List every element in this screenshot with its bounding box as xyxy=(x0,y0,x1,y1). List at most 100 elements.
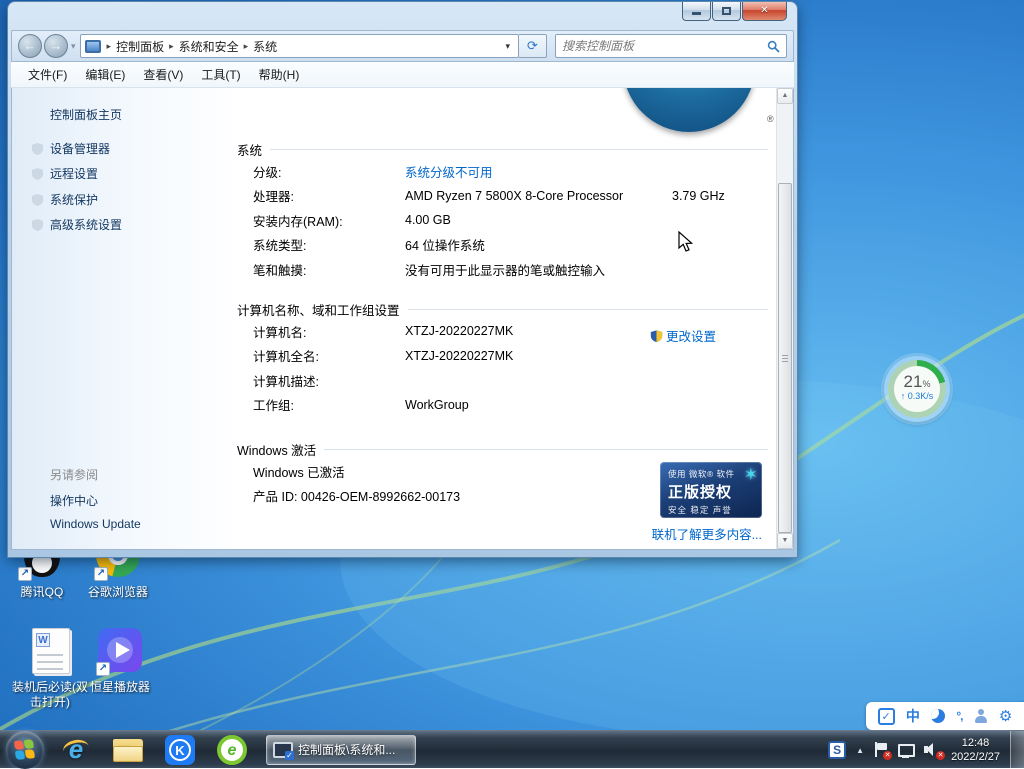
vertical-scrollbar[interactable]: ▲ ▼ xyxy=(776,88,793,549)
close-button[interactable]: ✕ xyxy=(742,2,787,21)
breadcrumb-separator: ▸ xyxy=(105,41,114,52)
volume-muted-icon[interactable]: ✕ xyxy=(924,742,941,758)
explorer-window: ✕ ← → ▾ ▸ 控制面板 ▸ 系统和安全 ▸ 系统 ▾ ⟳ 文件(F) 编辑… xyxy=(8,2,797,557)
menu-view[interactable]: 查看(V) xyxy=(134,63,192,86)
taskbar-kugou-icon[interactable]: K xyxy=(160,731,200,769)
sidebar-item-remote-settings[interactable]: 远程设置 xyxy=(50,165,98,182)
sidebar-item-windows-update[interactable]: Windows Update xyxy=(50,517,141,531)
ime-chinese-mode-icon[interactable]: 中 xyxy=(906,709,920,723)
menu-help[interactable]: 帮助(H) xyxy=(250,63,309,86)
badge-line3: 安全 稳定 声誉 xyxy=(668,504,756,516)
scroll-down-button[interactable]: ▼ xyxy=(777,533,793,549)
row-label: 分级: xyxy=(253,162,405,181)
scroll-up-button[interactable]: ▲ xyxy=(777,88,793,104)
forward-button[interactable]: → xyxy=(44,34,68,58)
recent-pages-chevron-icon[interactable]: ▾ xyxy=(71,41,76,52)
uac-shield-icon xyxy=(32,143,43,155)
show-hidden-icons-button[interactable]: ▲ xyxy=(856,746,864,755)
desktop-icon-player[interactable]: ↗ 恒星播放器 xyxy=(72,628,168,695)
desktop-icon-label: 恒星播放器 xyxy=(72,680,168,695)
uac-shield-icon xyxy=(32,168,43,180)
change-settings-label: 更改设置 xyxy=(666,326,716,345)
search-input[interactable] xyxy=(562,39,767,53)
learn-more-online-link[interactable]: 联机了解更多内容... xyxy=(652,524,762,543)
genuine-software-badge[interactable]: 使用 微软® 软件 正版授权 安全 稳定 声誉 ✶ xyxy=(660,462,762,518)
back-button[interactable]: ← xyxy=(18,34,42,58)
network-status-icon[interactable] xyxy=(898,742,914,758)
rating-unavailable-link[interactable]: 系统分级不可用 xyxy=(405,162,768,181)
taskbar-ie-icon[interactable]: e xyxy=(56,731,96,769)
minimize-button[interactable] xyxy=(682,2,711,21)
windows-orb-logo xyxy=(623,88,755,132)
breadcrumb-system-security[interactable]: 系统和安全 xyxy=(176,38,242,55)
refresh-button[interactable]: ⟳ xyxy=(519,34,547,58)
uac-shield-icon xyxy=(650,329,663,343)
ime-punctuation-icon[interactable]: °, xyxy=(956,710,962,722)
row-label: 处理器: xyxy=(253,186,405,205)
uac-shield-icon xyxy=(32,194,43,206)
row-label: 计算机名: xyxy=(253,322,405,341)
row-value: 4.00 GB xyxy=(405,213,768,227)
ime-user-icon[interactable] xyxy=(974,709,988,723)
sidebar-item-device-manager[interactable]: 设备管理器 xyxy=(50,140,110,157)
row-label: 计算机描述: xyxy=(253,371,405,390)
sidebar-item-advanced-settings[interactable]: 高级系统设置 xyxy=(50,216,122,233)
taskbar: e K e 控制面板\系统和... S ▲ ✕ ✕ 12:48 2022/2/2… xyxy=(0,730,1024,768)
taskbar-active-window-button[interactable]: 控制面板\系统和... xyxy=(266,735,416,765)
section-title: Windows 激活 xyxy=(237,440,316,459)
address-bar[interactable]: ▸ 控制面板 ▸ 系统和安全 ▸ 系统 ▾ xyxy=(80,34,519,58)
row-label: 笔和触摸: xyxy=(253,260,405,279)
error-badge-icon: ✕ xyxy=(883,751,892,760)
sidebar-item-label: Windows Update xyxy=(50,517,141,531)
tray-sogou-icon[interactable]: S xyxy=(828,741,846,759)
menu-file[interactable]: 文件(F) xyxy=(19,63,76,86)
taskbar-explorer-icon[interactable] xyxy=(108,731,148,769)
sidebar-item-system-protection[interactable]: 系统保护 xyxy=(50,191,98,208)
sidebar-item-label: 远程设置 xyxy=(50,165,98,182)
gauge-percent: 21% xyxy=(894,372,940,392)
show-desktop-button[interactable] xyxy=(1010,731,1024,769)
processor-speed: 3.79 GHz xyxy=(672,189,768,203)
taskbar-clock[interactable]: 12:48 2022/2/27 xyxy=(951,736,1000,764)
search-icon[interactable] xyxy=(767,40,780,53)
media-player-icon: ↗ xyxy=(96,628,144,676)
scrollbar-thumb[interactable] xyxy=(778,183,792,533)
breadcrumb-control-panel[interactable]: 控制面板 xyxy=(113,38,167,55)
genuine-star-icon: ✶ xyxy=(744,465,758,485)
computer-icon xyxy=(85,40,101,53)
windows-flag-icon xyxy=(14,739,36,761)
ime-fullwidth-moon-icon[interactable] xyxy=(931,709,945,723)
maximize-button[interactable] xyxy=(712,2,741,21)
sidebar-item-control-panel-home[interactable]: 控制面板主页 xyxy=(50,106,122,123)
change-settings-link[interactable]: 更改设置 xyxy=(650,326,716,345)
action-center-flag-icon[interactable]: ✕ xyxy=(874,742,888,758)
menu-edit[interactable]: 编辑(E) xyxy=(76,63,134,86)
info-row-pen-touch: 笔和触摸: 没有可用于此显示器的笔或触控输入 xyxy=(237,257,768,282)
ime-settings-gear-icon[interactable]: ⚙ xyxy=(999,709,1012,724)
clock-date: 2022/2/27 xyxy=(951,750,1000,764)
row-label: 系统类型: xyxy=(253,235,405,254)
breadcrumb-system[interactable]: 系统 xyxy=(250,38,280,55)
row-value: 没有可用于此显示器的笔或触控输入 xyxy=(405,260,768,279)
info-row-ram: 安装内存(RAM): 4.00 GB xyxy=(237,208,768,233)
ie-ring-icon xyxy=(61,737,90,760)
network-speed-gauge-widget[interactable]: 21% ↑ 0.3K/s xyxy=(884,356,950,422)
search-box[interactable] xyxy=(555,34,787,58)
row-value: AMD Ryzen 7 5800X 8-Core Processor xyxy=(405,189,672,203)
computer-name-section: 计算机名称、域和工作组设置 更改设置 计算机名: XTZJ-20220227MK… xyxy=(237,300,768,417)
ime-toolbar: ✓ 中 °, ⚙ xyxy=(866,702,1024,730)
menu-tools[interactable]: 工具(T) xyxy=(192,63,249,86)
desktop-icon-label: 谷歌浏览器 xyxy=(70,585,166,600)
system-window-icon xyxy=(273,742,293,758)
sidebar-item-label: 设备管理器 xyxy=(50,140,110,157)
info-row-system-type: 系统类型: 64 位操作系统 xyxy=(237,233,768,258)
gauge-progress-ring: 21% ↑ 0.3K/s xyxy=(888,360,946,418)
address-dropdown-icon[interactable]: ▾ xyxy=(501,41,514,52)
row-label: 工作组: xyxy=(253,395,405,414)
start-button[interactable] xyxy=(6,731,44,769)
row-value: WorkGroup xyxy=(405,398,768,412)
window-controls: ✕ xyxy=(681,2,787,21)
ime-logo-icon[interactable]: ✓ xyxy=(878,708,895,725)
taskbar-360-browser-icon[interactable]: e xyxy=(212,731,252,769)
sidebar-item-action-center[interactable]: 操作中心 xyxy=(50,492,98,509)
